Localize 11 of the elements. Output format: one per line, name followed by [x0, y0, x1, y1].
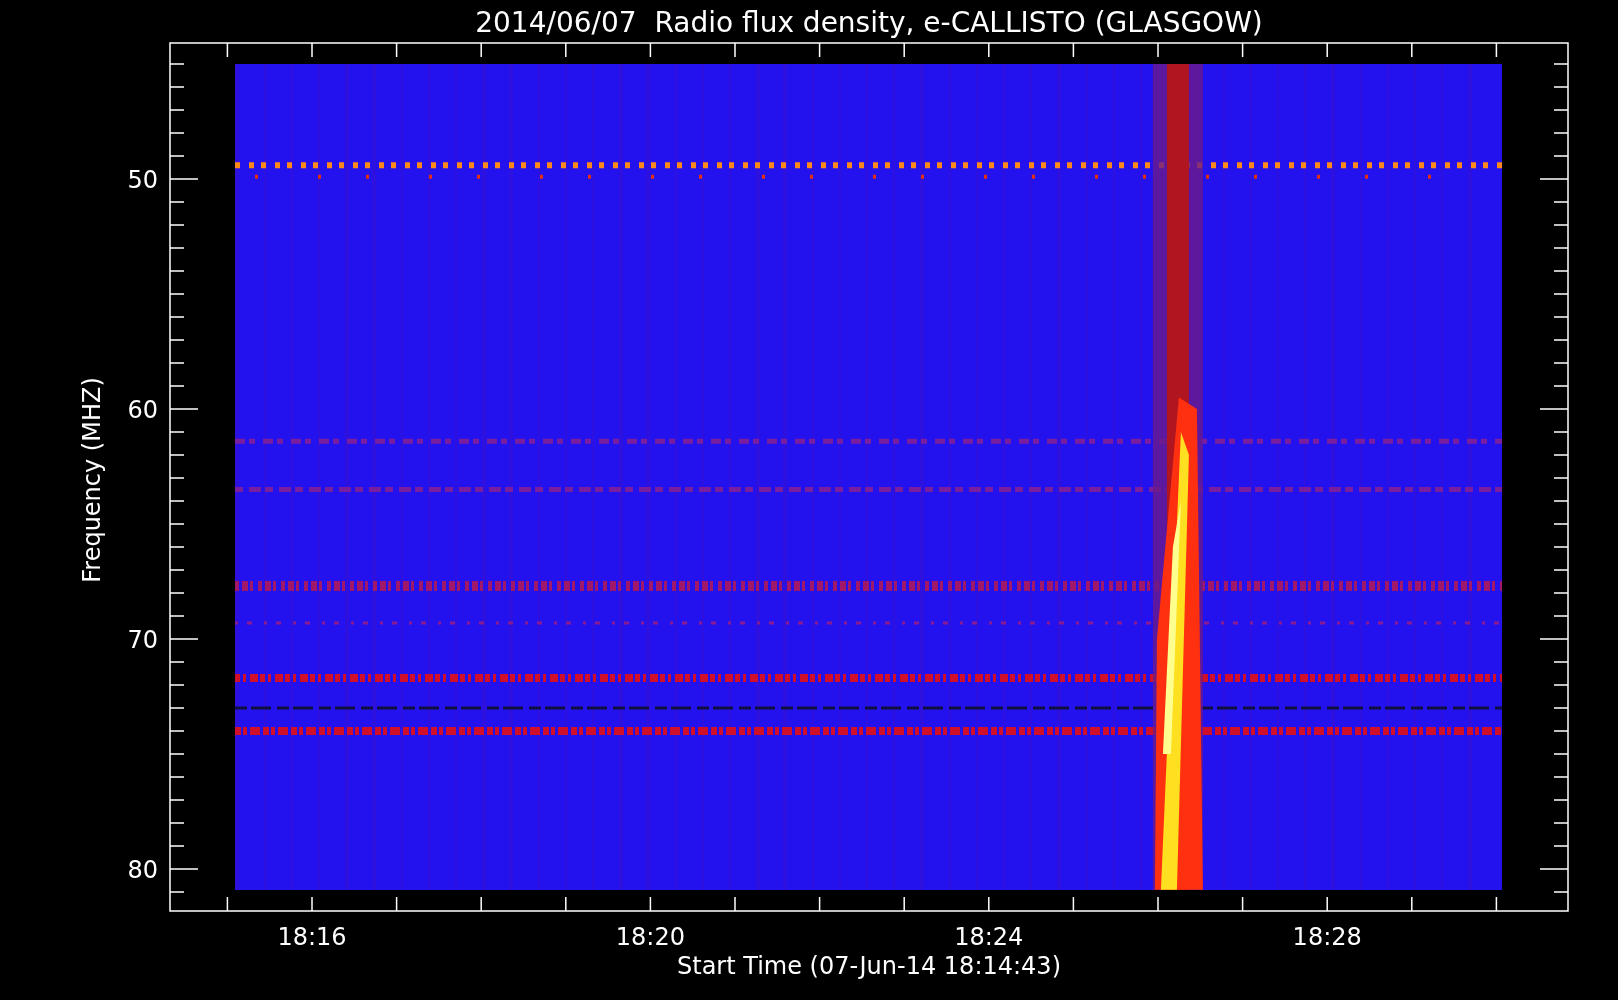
x-axis-title: Start Time (07-Jun-14 18:14:43): [677, 952, 1061, 980]
x-tick-label: 18:28: [1292, 923, 1362, 951]
plot-title: 2014/06/07 Radio flux density, e-CALLISTO (GLASGOW): [475, 6, 1263, 39]
x-tick-label: 18:24: [954, 923, 1024, 951]
x-tick-label: 18:20: [615, 923, 685, 951]
x-tick-label: 18:16: [277, 923, 347, 951]
y-tick-label: 50: [127, 166, 158, 194]
y-tick-label: 70: [127, 626, 158, 654]
y-tick-label: 60: [127, 396, 158, 424]
y-tick-label: 80: [127, 856, 158, 884]
y-axis-title: Frequency (MHZ): [78, 377, 106, 583]
